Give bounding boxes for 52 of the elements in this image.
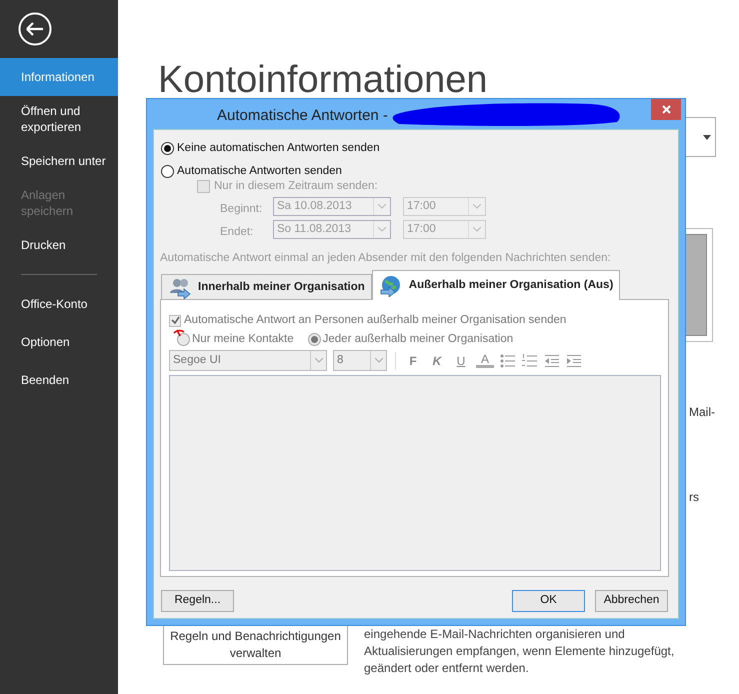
bold-button[interactable]: F: [404, 352, 422, 370]
people-arrow-icon: [168, 276, 192, 298]
checkbox-label: Nur in diesem Zeitraum senden:: [214, 179, 378, 194]
tab[interactable]: Innerhalb meiner Organisation: [161, 274, 372, 300]
sidebar-item[interactable]: Optionen: [0, 323, 118, 361]
sidebar-item[interactable]: Speichern unter: [0, 142, 118, 180]
dialog-title: Automatische Antworten -: [217, 106, 388, 126]
caret-icon: [314, 358, 322, 363]
numbered-list-icon[interactable]: [522, 354, 538, 368]
close-icon: [662, 105, 670, 114]
caption-text: Automatische Antwort einmal an jeden Absender mit den folgenden Nachrichten senden:: [160, 251, 611, 266]
date-label: Beginnt:: [220, 202, 262, 217]
sidebar-item[interactable]: Office-Konto: [0, 285, 118, 323]
rules-button[interactable]: Regeln...: [161, 590, 234, 612]
close-button[interactable]: [651, 99, 681, 120]
checkbox-label: Automatische Antwort an Personen außerhalb meiner Organisation senden: [184, 313, 566, 328]
date-label: Endet:: [220, 225, 254, 240]
font-color-button[interactable]: A: [476, 353, 494, 368]
radio-button[interactable]: [177, 333, 190, 346]
increase-indent-icon[interactable]: [566, 354, 582, 368]
caret-icon: [378, 204, 386, 209]
bullet-list-icon[interactable]: [500, 354, 516, 368]
caret-icon: [473, 227, 481, 232]
radio-label: Keine automatischen Antworten senden: [177, 141, 380, 156]
checkbox[interactable]: [169, 314, 181, 327]
description-text: eingehende E-Mail-Nachrichten organisieren und Aktualisierungen empfangen, wenn Elemente hinzugefügt, geändert oder entfernt werden.: [364, 626, 676, 677]
page-title: Kontoinformationen: [158, 58, 488, 103]
radio-button[interactable]: [161, 165, 174, 178]
sidebar-item[interactable]: Informationen: [0, 58, 118, 96]
sidebar-item[interactable]: Öffnen und exportieren: [0, 96, 118, 142]
ok-button[interactable]: OK: [512, 590, 585, 612]
size-dropdown[interactable]: 8: [333, 350, 387, 371]
decrease-indent-icon[interactable]: [544, 354, 560, 368]
italic-button[interactable]: K: [428, 352, 446, 370]
radio-label: Automatische Antworten senden: [177, 164, 342, 180]
sidebar-item[interactable]: Drucken: [0, 226, 118, 264]
scribble-mark: [173, 329, 185, 338]
radio-label: Jeder außerhalb meiner Organisation: [322, 332, 514, 347]
text-fragment: rs: [689, 489, 699, 506]
caret-icon: [378, 227, 386, 232]
underline-button[interactable]: U: [452, 352, 470, 370]
cancel-button[interactable]: Abbrechen: [595, 590, 668, 612]
tab[interactable]: Außerhalb meiner Organisation (Aus): [372, 270, 620, 300]
radio-button[interactable]: [308, 333, 321, 346]
caret-icon: [473, 204, 481, 209]
caret-icon: [374, 358, 382, 363]
text-fragment: Mail-: [689, 404, 715, 421]
caret-icon: [703, 134, 711, 140]
radio-label: Nur meine Kontakte: [192, 332, 294, 347]
sidebar-item[interactable]: Beenden: [0, 361, 118, 399]
font-dropdown[interactable]: Segoe UI: [169, 350, 327, 371]
radio-button[interactable]: [161, 142, 174, 156]
